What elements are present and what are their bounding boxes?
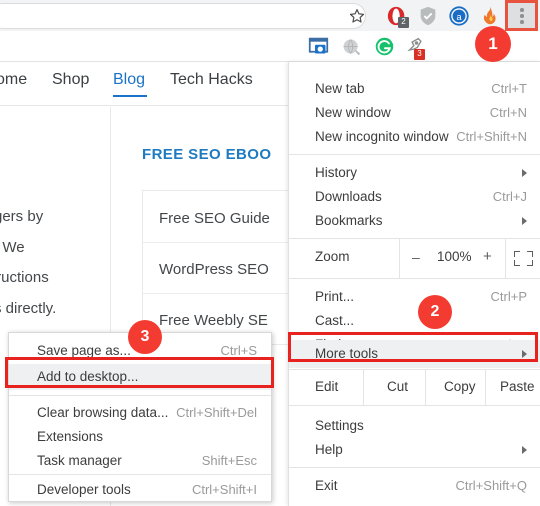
- browser-toolbar: 2 a: [0, 0, 540, 31]
- menu-item-label: History: [315, 165, 358, 180]
- nav-item-shop[interactable]: Shop: [52, 71, 89, 89]
- menu-item-label: Bookmarks: [315, 213, 383, 228]
- grammarly-tool-icon[interactable]: [374, 36, 395, 57]
- edit-label: Edit: [315, 379, 339, 394]
- menu-item-settings[interactable]: Settings: [289, 414, 540, 438]
- paragraph-line-2: . We: [0, 239, 25, 256]
- submenu-item-label: Developer tools: [37, 482, 131, 497]
- chevron-right-icon: [522, 446, 527, 454]
- submenu-item-label: Clear browsing data...: [37, 405, 169, 420]
- nav-item-home[interactable]: ome: [0, 71, 27, 89]
- step-badge-1: 1: [475, 26, 511, 62]
- menu-item-accel: Ctrl+J: [492, 189, 527, 204]
- submenu-item-accel: Ctrl+Shift+Del: [176, 405, 257, 420]
- ebook-item-3[interactable]: Free Weebly SE: [159, 312, 268, 329]
- menu-separator: [289, 467, 540, 468]
- paste-button[interactable]: Paste: [500, 379, 535, 394]
- zoom-in-button[interactable]: +: [483, 248, 492, 265]
- secondary-toolbar: 3: [0, 31, 540, 62]
- menu-separator: [289, 405, 540, 406]
- paragraph-line-3: tructions: [0, 269, 49, 286]
- address-bar[interactable]: [0, 3, 366, 29]
- screenshot-tool-icon[interactable]: [308, 36, 329, 57]
- pin-tool-badge: 3: [414, 49, 425, 60]
- fullscreen-icon[interactable]: [514, 251, 533, 266]
- menu-item-accel: Ctrl+Shift+Q: [455, 478, 527, 493]
- ebook-heading: FREE SEO EBOO: [142, 146, 272, 163]
- site-navbar: ome Shop Blog Tech Hacks: [0, 62, 300, 106]
- menu-item-label: New incognito window: [315, 129, 449, 144]
- chevron-right-icon: [522, 169, 527, 177]
- menu-item-bookmarks[interactable]: Bookmarks: [289, 209, 540, 233]
- zoom-out-button[interactable]: –: [412, 249, 420, 265]
- add-to-desktop-highlight-box: [5, 357, 274, 388]
- nav-item-tech-hacks[interactable]: Tech Hacks: [170, 71, 253, 89]
- menu-edit-row: Edit Cut Copy Paste: [289, 369, 540, 405]
- bookmark-star-icon[interactable]: [348, 7, 366, 25]
- nav-item-blog[interactable]: Blog: [113, 71, 145, 89]
- nav-active-underline: [113, 95, 147, 97]
- cut-button[interactable]: Cut: [387, 379, 408, 394]
- menu-item-accel: Ctrl+P: [490, 289, 527, 304]
- zoom-level-value: 100%: [437, 249, 472, 264]
- submenu-item-task-manager[interactable]: Task manager Shift+Esc: [9, 449, 271, 473]
- copy-button[interactable]: Copy: [444, 379, 476, 394]
- menu-item-help[interactable]: Help: [289, 438, 540, 462]
- submenu-item-label: Extensions: [37, 429, 104, 444]
- more-tools-highlight-box: [288, 332, 538, 362]
- menu-zoom-row: Zoom – 100% +: [289, 238, 540, 278]
- paragraph-line-4: s directly.: [0, 300, 57, 317]
- menu-item-accel: Ctrl+N: [489, 105, 527, 120]
- step-badge-2: 2: [418, 295, 452, 329]
- submenu-item-clear-browsing-data[interactable]: Clear browsing data... Ctrl+Shift+Del: [9, 401, 271, 425]
- flame-extension-icon[interactable]: [479, 5, 501, 27]
- menu-separator: [289, 154, 540, 155]
- ebook-list-separator: [142, 293, 300, 294]
- menu-item-exit[interactable]: Exit Ctrl+Shift+Q: [289, 474, 540, 498]
- menu-item-label: Downloads: [315, 189, 382, 204]
- zoom-label: Zoom: [315, 249, 350, 264]
- menu-item-downloads[interactable]: Downloads Ctrl+J: [289, 185, 540, 209]
- menu-item-print[interactable]: Print... Ctrl+P: [289, 285, 540, 309]
- menu-item-new-incognito-window[interactable]: New incognito window Ctrl+Shift+N: [289, 125, 540, 149]
- menu-item-label: Settings: [315, 418, 364, 433]
- submenu-item-extensions[interactable]: Extensions: [9, 425, 271, 449]
- menu-item-accel: Ctrl+Shift+N: [456, 129, 527, 144]
- submenu-item-accel: Ctrl+Shift+I: [191, 482, 257, 497]
- submenu-item-accel: Shift+Esc: [201, 453, 257, 468]
- avast-extension-icon[interactable]: a: [448, 5, 470, 27]
- ebook-item-1[interactable]: Free SEO Guide: [159, 210, 270, 227]
- menu-separator: [289, 278, 540, 279]
- kebab-highlight-box: [505, 0, 538, 31]
- menu-item-label: Exit: [315, 478, 338, 493]
- menu-item-history[interactable]: History: [289, 161, 540, 185]
- menu-item-label: Print...: [315, 289, 355, 304]
- ebook-list-separator: [142, 242, 300, 243]
- menu-item-label: Cast...: [315, 313, 355, 328]
- opera-extension-badge: 2: [398, 17, 409, 28]
- ebook-item-2[interactable]: WordPress SEO: [159, 261, 269, 278]
- menu-item-accel: Ctrl+T: [491, 81, 527, 96]
- submenu-separator: [9, 474, 271, 475]
- paragraph-line-1: gers by: [0, 208, 44, 225]
- menu-item-label: New tab: [315, 81, 365, 96]
- menu-item-label: New window: [315, 105, 391, 120]
- chrome-main-menu: New tab Ctrl+T New window Ctrl+N New inc…: [288, 62, 540, 506]
- step-badge-3: 3: [128, 320, 162, 354]
- globe-tool-icon[interactable]: [341, 36, 362, 57]
- menu-item-new-window[interactable]: New window Ctrl+N: [289, 101, 540, 125]
- submenu-item-developer-tools[interactable]: Developer tools Ctrl+Shift+I: [9, 478, 271, 502]
- screenshot-root: 2 a 3 ome Shop Blog Tech Hacks FREE SEO …: [0, 0, 540, 506]
- submenu-item-label: Task manager: [37, 453, 122, 468]
- menu-item-cast[interactable]: Cast...: [289, 309, 540, 333]
- menu-item-label: Help: [315, 442, 343, 457]
- menu-item-new-tab[interactable]: New tab Ctrl+T: [289, 77, 540, 101]
- chevron-right-icon: [522, 217, 527, 225]
- submenu-separator: [9, 395, 271, 396]
- shield-extension-icon[interactable]: [417, 5, 439, 27]
